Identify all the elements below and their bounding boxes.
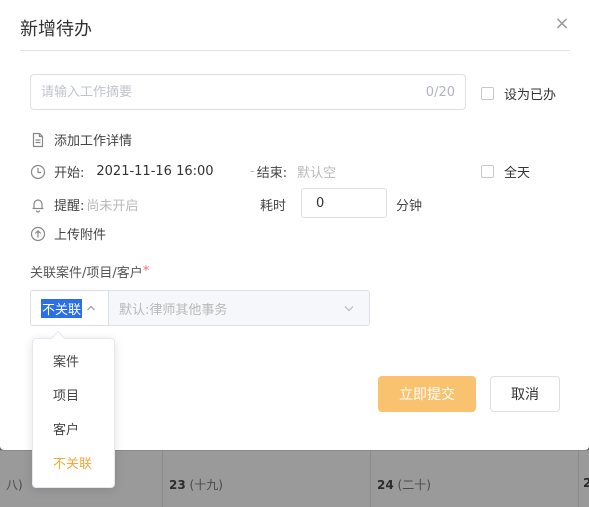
calendar-cell-day: 23 — [169, 478, 186, 492]
cancel-button[interactable]: 取消 — [490, 376, 560, 412]
submit-button[interactable]: 立即提交 — [378, 376, 476, 412]
upload-label: 上传附件 — [54, 228, 107, 243]
matter-select-value: 默认:律师其他事务 — [119, 302, 228, 318]
all-day-label: 全天 — [504, 166, 531, 181]
clock-icon — [30, 164, 46, 180]
matter-select[interactable]: 默认:律师其他事务 — [109, 290, 370, 326]
close-icon[interactable]: × — [553, 15, 571, 33]
duration-input[interactable] — [301, 188, 387, 218]
required-mark: * — [142, 264, 150, 279]
relation-select-group: 不关联 默认:律师其他事务 — [30, 290, 370, 326]
relation-type-value: 不关联 — [41, 298, 83, 318]
dropdown-option-client[interactable]: 客户 — [33, 416, 114, 446]
calendar-cell: 23 (十九) — [163, 451, 371, 507]
dialog-title: 新增待办 — [20, 19, 92, 40]
chevron-down-icon — [344, 306, 354, 312]
document-icon — [30, 132, 46, 148]
end-row: - 结束: 默认空 — [250, 162, 336, 181]
calendar-cell-day: 24 — [377, 478, 394, 492]
mark-done-checkbox[interactable] — [481, 87, 494, 100]
upload-icon — [30, 226, 46, 242]
all-day-toggle[interactable]: 全天 — [481, 162, 530, 181]
calendar-cell: 2 — [579, 451, 589, 507]
relation-type-select[interactable]: 不关联 — [30, 290, 109, 326]
calendar-cell: 24 (二十) — [371, 451, 579, 507]
calendar-cell-day: 2 — [583, 476, 589, 490]
dropdown-option-none[interactable]: 不关联 — [33, 450, 114, 480]
calendar-cell-lunar: (二十) — [397, 478, 431, 492]
summary-field: 0/20 — [30, 74, 466, 110]
duration-unit: 分钟 — [396, 199, 423, 214]
dropdown-option-project[interactable]: 项目 — [33, 382, 114, 412]
chevron-up-icon — [87, 305, 95, 311]
relation-type-dropdown: 案件 项目 客户 不关联 — [32, 330, 115, 488]
duration-label: 耗时 — [260, 199, 287, 214]
mark-done-toggle[interactable]: 设为已办 — [481, 84, 556, 103]
time-separator: - — [250, 164, 255, 179]
title-divider — [20, 50, 570, 51]
add-details-label: 添加工作详情 — [54, 134, 133, 149]
end-datetime[interactable]: 默认空 — [297, 162, 336, 181]
summary-char-counter: 0/20 — [425, 84, 455, 100]
time-row: 开始: 2021-11-16 16:00 — [30, 162, 214, 181]
mark-done-label: 设为已办 — [504, 88, 557, 103]
reminder-value: 尚未开启 — [86, 199, 139, 214]
relation-label: 关联案件/项目/客户 — [30, 266, 143, 281]
reminder-row[interactable]: 提醒: 尚未开启 — [30, 195, 138, 214]
bell-icon — [30, 197, 46, 213]
dropdown-option-case[interactable]: 案件 — [33, 348, 114, 378]
relation-heading: 关联案件/项目/客户 * — [30, 262, 149, 281]
summary-input[interactable] — [41, 84, 426, 100]
add-details-link[interactable]: 添加工作详情 — [30, 130, 132, 149]
end-label: 结束: — [256, 166, 288, 181]
calendar-cell-lunar: (十九) — [189, 478, 223, 492]
reminder-label: 提醒: — [54, 199, 85, 214]
calendar-cell-lunar: 八) — [6, 478, 23, 492]
upload-attachment-link[interactable]: 上传附件 — [30, 224, 106, 243]
all-day-checkbox[interactable] — [481, 165, 494, 178]
start-label: 开始: — [54, 166, 85, 181]
start-datetime[interactable]: 2021-11-16 16:00 — [96, 164, 213, 179]
